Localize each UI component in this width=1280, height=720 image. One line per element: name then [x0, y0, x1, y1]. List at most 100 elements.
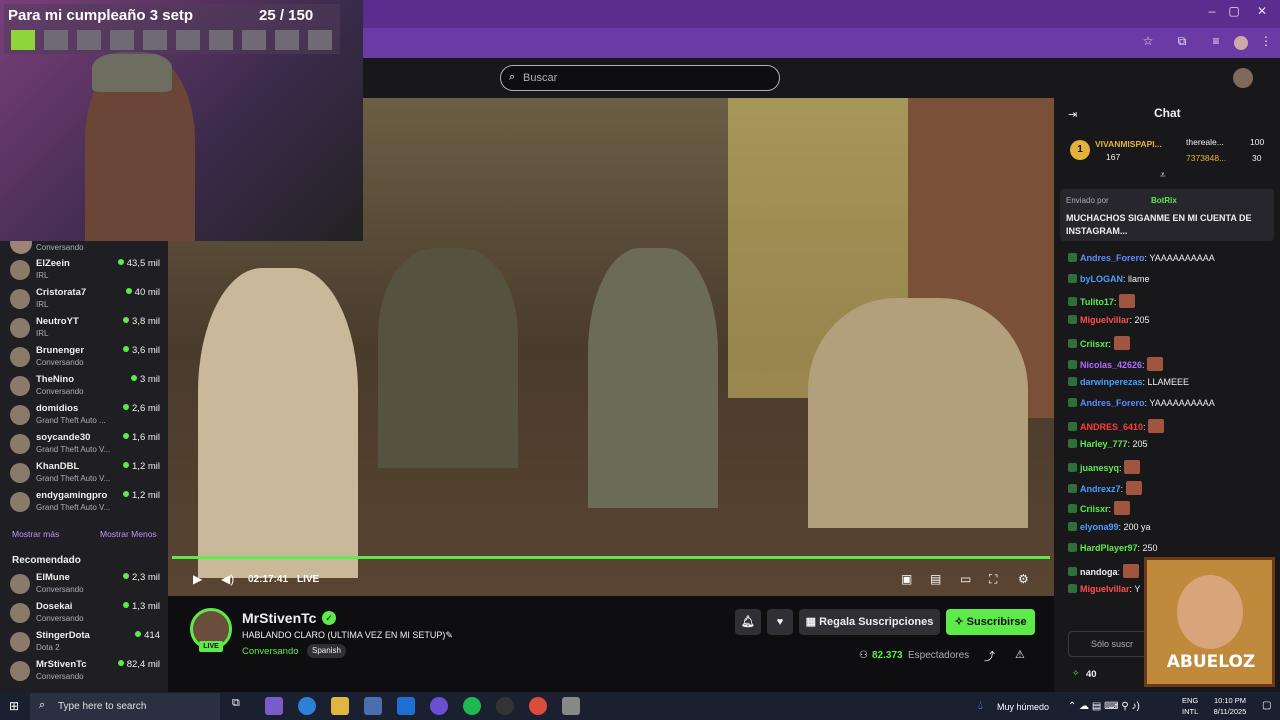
chat-message[interactable]: Andrexz7: [1068, 480, 1142, 495]
sidebar-channel[interactable]: Cristorata7 IRL 40 mil [8, 285, 166, 314]
volume-icon[interactable]: ◀) [221, 572, 234, 586]
channel-points-icon[interactable]: ✧ [1072, 668, 1080, 679]
follow-heart-icon[interactable]: ♥ [767, 609, 793, 635]
language-layout[interactable]: INTL [1182, 707, 1198, 716]
clock-date[interactable]: 8/11/2025 [1206, 707, 1254, 716]
sidebar-channel[interactable]: Brunenger Conversando 3,6 mil [8, 343, 166, 372]
weather-text[interactable]: Muy húmedo [997, 702, 1049, 712]
chat-username[interactable]: Criisxr [1080, 504, 1109, 514]
chat-message[interactable]: Harley_777: 205 [1068, 439, 1148, 449]
outlook-icon[interactable] [397, 697, 415, 715]
sidebar-channel[interactable]: ElZeein IRL 43,5 mil [8, 256, 166, 285]
chat-username[interactable]: juanesyq [1080, 463, 1119, 473]
chat-username[interactable]: Andrexz7 [1080, 484, 1121, 494]
sidebar-channel[interactable]: Dosekai Conversando 1,3 mil [8, 599, 166, 628]
profile-avatar[interactable] [1234, 36, 1248, 50]
extensions-icon[interactable]: ⧉ [1172, 34, 1192, 52]
report-icon[interactable]: ⚠ [1015, 648, 1025, 661]
chat-message[interactable]: darwinperezas: LLAMEEE [1068, 377, 1189, 387]
chat-message[interactable]: Miguelvillar: 205 [1068, 315, 1150, 325]
taskbar-search-input[interactable]: ⌕ Type here to search [30, 693, 220, 720]
avatar [10, 289, 30, 309]
notification-bell-icon[interactable]: 🔔︎ [735, 609, 761, 635]
show-more-button[interactable]: Mostrar más [12, 529, 59, 539]
spotify-icon[interactable] [463, 697, 481, 715]
system-tray-icons[interactable]: ⌃ ☁ ▤ ⌨ ⚲ ♪) [1068, 701, 1140, 712]
picture-in-picture-icon[interactable]: ▭ [960, 572, 971, 586]
chat-message[interactable]: elyona99: 200 ya [1068, 522, 1151, 532]
windows-start-icon[interactable]: ⊞ [9, 699, 19, 713]
chat-username[interactable]: Harley_777 [1080, 439, 1128, 449]
chat-message[interactable]: Criisxr: [1068, 501, 1130, 516]
task-view-icon[interactable]: ⧉ [232, 697, 250, 715]
video-progress-bar[interactable] [172, 556, 1050, 559]
channel-name[interactable]: MrStivenTc [242, 610, 316, 626]
chat-username[interactable]: nandoga [1080, 567, 1118, 577]
sidebar-channel[interactable]: endygamingpro Grand Theft Auto V... 1,2 mi… [8, 488, 166, 517]
chat-username[interactable]: Criisxr [1080, 339, 1109, 349]
reading-list-icon[interactable]: ≡ [1206, 34, 1226, 52]
expand-icon[interactable]: ⩡ [1160, 170, 1166, 181]
edge-icon[interactable] [298, 697, 316, 715]
show-less-button[interactable]: Mostrar Menos [100, 529, 157, 539]
chat-message[interactable]: Andres_Forero: YAAAAAAAAAA [1068, 253, 1215, 263]
collapse-chat-icon[interactable]: ⇥ [1068, 108, 1077, 121]
clip-icon[interactable]: ▣ [901, 572, 912, 586]
sidebar-channel[interactable]: MrStivenTc Conversando 82,4 mil [8, 657, 166, 686]
chat-message[interactable]: Andres_Forero: YAAAAAAAAAA [1068, 397, 1215, 408]
chat-username[interactable]: darwinperezas [1080, 377, 1143, 387]
stream-category[interactable]: Conversando [242, 646, 299, 657]
chat-message[interactable]: Tulito17: [1068, 294, 1135, 309]
play-icon[interactable]: ▶ [193, 572, 202, 586]
chat-username[interactable]: Andres_Forero [1080, 253, 1145, 263]
theatre-mode-icon[interactable]: ▤ [930, 572, 941, 586]
sidebar-channel[interactable]: StingerDota Dota 2 414 [8, 628, 166, 657]
chat-message[interactable]: juanesyq: [1068, 460, 1141, 474]
chat-username[interactable]: Miguelvillar [1080, 315, 1130, 325]
browser-menu-icon[interactable]: ⋮ [1256, 34, 1276, 52]
share-icon[interactable]: ⤴ [984, 648, 995, 664]
language-code[interactable]: ENG [1182, 696, 1198, 705]
close-window-button[interactable]: ✕ [1242, 4, 1280, 24]
chat-message[interactable]: Criisxr: [1068, 335, 1130, 350]
user-avatar[interactable] [1233, 68, 1253, 88]
chat-message[interactable]: byLOGAN: llame [1068, 273, 1150, 284]
search-input[interactable]: ⌕ Buscar [500, 65, 780, 91]
subscribe-button[interactable]: ✧ Suscribirse [946, 609, 1035, 635]
stream-tag[interactable]: Spanish [307, 644, 346, 658]
obs-icon[interactable] [496, 697, 514, 715]
sidebar-channel[interactable]: ElMune Conversando 2,3 mil [8, 570, 166, 599]
chat-message[interactable]: nandoga: [1068, 563, 1139, 578]
store-icon[interactable] [364, 697, 382, 715]
copilot-icon[interactable] [265, 697, 283, 715]
discord-icon[interactable] [430, 697, 448, 715]
chat-username[interactable]: HardPlayer97 [1080, 543, 1138, 553]
chat-username[interactable]: Nicolas_42626 [1080, 360, 1142, 370]
sidebar-channel[interactable]: NeutroYT IRL 3,8 mil [8, 314, 166, 343]
notifications-icon[interactable]: ▢ [1262, 700, 1271, 711]
clock-time[interactable]: 10:10 PM [1208, 696, 1252, 705]
chat-message[interactable]: Miguelvillar: Y [1068, 584, 1140, 594]
pinned-message[interactable]: Enviado por BotRix MUCHACHOS SIGANME EN … [1060, 189, 1274, 241]
chat-message[interactable]: HardPlayer97: 250 [1068, 542, 1158, 553]
chat-input[interactable]: Sólo suscr [1068, 631, 1148, 657]
sidebar-channel[interactable]: TheNino Conversando 3 mil [8, 372, 166, 401]
chat-username[interactable]: elyona99 [1080, 522, 1119, 532]
settings-gear-icon[interactable]: ⚙ [1018, 572, 1029, 586]
fullscreen-icon[interactable]: ⛶ [989, 572, 997, 587]
sidebar-channel[interactable]: KhanDBL Grand Theft Auto V... 1,2 mil [8, 459, 166, 488]
chat-username[interactable]: ANDRES_6410 [1080, 422, 1143, 432]
chat-message[interactable]: Nicolas_42626: [1068, 356, 1164, 371]
bookmark-star-icon[interactable]: ☆ [1138, 34, 1158, 52]
app-icon[interactable] [562, 697, 580, 715]
chrome-icon[interactable] [529, 697, 547, 715]
chat-username[interactable]: Miguelvillar [1080, 584, 1130, 594]
chat-username[interactable]: Andres_Forero [1080, 398, 1145, 408]
sidebar-channel[interactable]: domidios Grand Theft Auto ... 2,6 mil [8, 401, 166, 430]
chat-username[interactable]: Tulito17 [1080, 297, 1114, 307]
chat-message[interactable]: ANDRES_6410: [1068, 418, 1165, 433]
chat-username[interactable]: byLOGAN [1080, 274, 1123, 284]
sidebar-channel[interactable]: soycande30 Grand Theft Auto V... 1,6 mil [8, 430, 166, 459]
file-explorer-icon[interactable] [331, 697, 349, 715]
gift-subs-button[interactable]: ▦ Regala Suscripciones [799, 609, 940, 635]
